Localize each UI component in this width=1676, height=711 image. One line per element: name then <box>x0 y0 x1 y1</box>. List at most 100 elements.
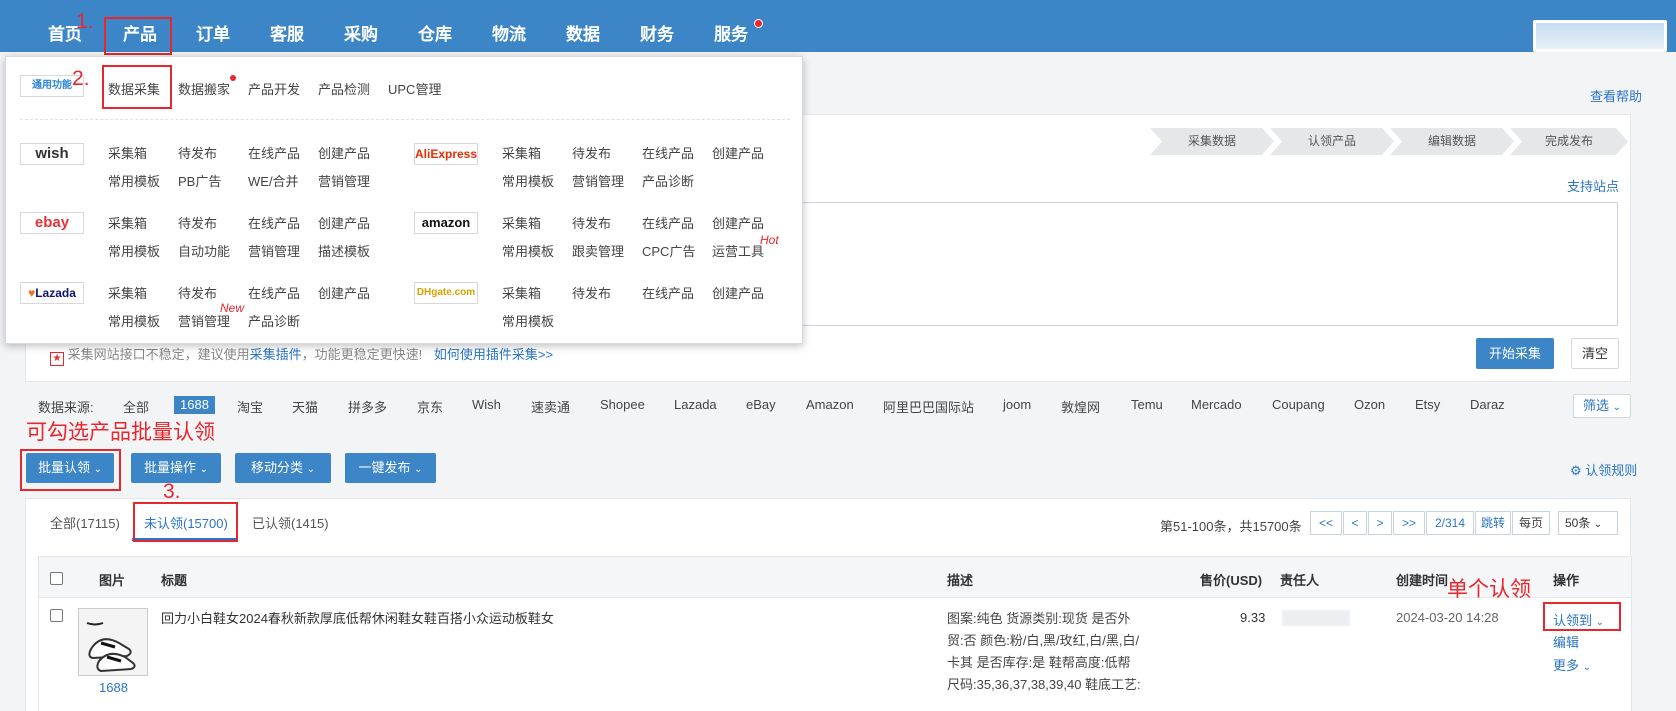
batch-ops-button[interactable]: 批量操作 ⌄ <box>131 453 221 483</box>
row-checkbox[interactable] <box>50 609 63 622</box>
amazon-online[interactable]: 在线产品 <box>642 213 694 232</box>
nav-warehouse[interactable]: 仓库 <box>418 0 452 52</box>
lazada-collect-box[interactable]: 采集箱 <box>108 283 147 302</box>
row-title[interactable]: 回力小白鞋女2024春秋新款厚底低帮休闲鞋女鞋百搭小众运动板鞋女 <box>161 608 554 627</box>
lazada-templates[interactable]: 常用模板 <box>108 311 160 330</box>
dhgate-collect-box[interactable]: 采集箱 <box>502 283 541 302</box>
amazon-cpc-ads[interactable]: CPC广告 <box>642 241 695 260</box>
wish-create[interactable]: 创建产品 <box>318 143 370 162</box>
nav-logistics[interactable]: 物流 <box>492 0 526 52</box>
start-collect-button[interactable]: 开始采集 <box>1476 338 1554 369</box>
plugin-link[interactable]: 采集插件 <box>250 347 302 362</box>
filter-button[interactable]: 筛选 ⌄ <box>1573 394 1631 418</box>
source-mercado[interactable]: Mercado <box>1191 397 1242 412</box>
source-1688[interactable]: 1688 <box>174 396 215 414</box>
product-thumbnail[interactable] <box>78 608 148 676</box>
move-category-button[interactable]: 移动分类 ⌄ <box>235 453 331 483</box>
page-prev-button[interactable]: < <box>1343 511 1367 535</box>
ebay-create[interactable]: 创建产品 <box>318 213 370 232</box>
user-account-box[interactable] <box>1533 20 1667 52</box>
ebay-desc-templates[interactable]: 描述模板 <box>318 241 370 260</box>
source-taobao[interactable]: 淘宝 <box>237 397 263 416</box>
ebay-automation[interactable]: 自动功能 <box>178 241 230 260</box>
ebay-marketing[interactable]: 营销管理 <box>248 241 300 260</box>
batch-claim-button[interactable]: 批量认领 ⌄ <box>26 453 114 483</box>
source-wish[interactable]: Wish <box>472 397 501 412</box>
wish-pb-ads[interactable]: PB广告 <box>178 171 221 190</box>
clear-button[interactable]: 清空 <box>1571 338 1619 369</box>
source-lazada[interactable]: Lazada <box>674 397 717 412</box>
nav-finance[interactable]: 财务 <box>640 0 674 52</box>
dhgate-templates[interactable]: 常用模板 <box>502 311 554 330</box>
ae-diagnosis[interactable]: 产品诊断 <box>642 171 694 190</box>
ae-templates[interactable]: 常用模板 <box>502 171 554 190</box>
source-coupang[interactable]: Coupang <box>1272 397 1325 412</box>
row-source-link[interactable]: 1688 <box>99 680 128 695</box>
amazon-collect-box[interactable]: 采集箱 <box>502 213 541 232</box>
source-ebay[interactable]: eBay <box>746 397 776 412</box>
wish-online[interactable]: 在线产品 <box>248 143 300 162</box>
menu-data-collect[interactable]: 数据采集 <box>108 79 160 98</box>
lazada-online[interactable]: 在线产品 <box>248 283 300 302</box>
source-dhgate[interactable]: 敦煌网 <box>1061 397 1100 416</box>
nav-service[interactable]: 客服 <box>270 0 304 52</box>
select-all-checkbox[interactable] <box>50 572 63 585</box>
dhgate-pending[interactable]: 待发布 <box>572 283 611 302</box>
nav-services[interactable]: 服务 <box>714 0 748 52</box>
claim-rules-link[interactable]: ⚙ 认领规则 <box>1570 460 1637 479</box>
howto-plugin-link[interactable]: 如何使用插件采集>> <box>434 347 553 362</box>
dhgate-create[interactable]: 创建产品 <box>712 283 764 302</box>
menu-data-migrate[interactable]: 数据搬家 <box>178 79 230 98</box>
tab-all[interactable]: 全部(17115) <box>50 513 120 532</box>
ae-create[interactable]: 创建产品 <box>712 143 764 162</box>
amazon-ops-tools[interactable]: 运营工具 <box>712 241 764 260</box>
ebay-pending[interactable]: 待发布 <box>178 213 217 232</box>
source-temu[interactable]: Temu <box>1131 397 1163 412</box>
lazada-create[interactable]: 创建产品 <box>318 283 370 302</box>
menu-upc-manage[interactable]: UPC管理 <box>388 79 441 98</box>
source-shopee[interactable]: Shopee <box>600 397 645 412</box>
claim-to-button[interactable]: 认领到 ⌄ <box>1553 610 1604 629</box>
ebay-online[interactable]: 在线产品 <box>248 213 300 232</box>
source-alibaba[interactable]: 阿里巴巴国际站 <box>883 397 974 416</box>
nav-purchase[interactable]: 采购 <box>344 0 378 52</box>
wish-pending[interactable]: 待发布 <box>178 143 217 162</box>
wish-collect-box[interactable]: 采集箱 <box>108 143 147 162</box>
ae-marketing[interactable]: 营销管理 <box>572 171 624 190</box>
amazon-follow-sell[interactable]: 跟卖管理 <box>572 241 624 260</box>
amazon-pending[interactable]: 待发布 <box>572 213 611 232</box>
edit-link[interactable]: 编辑 <box>1553 632 1579 651</box>
ebay-templates[interactable]: 常用模板 <box>108 241 160 260</box>
nav-order[interactable]: 订单 <box>196 0 230 52</box>
source-amazon[interactable]: Amazon <box>806 397 854 412</box>
source-daraz[interactable]: Daraz <box>1470 397 1505 412</box>
ae-pending[interactable]: 待发布 <box>572 143 611 162</box>
page-jump-button[interactable]: 跳转 <box>1475 511 1511 535</box>
ebay-collect-box[interactable]: 采集箱 <box>108 213 147 232</box>
per-page-select[interactable]: 50条 ⌄ <box>1558 511 1618 535</box>
menu-product-check[interactable]: 产品检测 <box>318 79 370 98</box>
lazada-diagnosis[interactable]: 产品诊断 <box>248 311 300 330</box>
ae-online[interactable]: 在线产品 <box>642 143 694 162</box>
page-last-button[interactable]: >> <box>1393 511 1425 535</box>
amazon-templates[interactable]: 常用模板 <box>502 241 554 260</box>
help-link[interactable]: 查看帮助 <box>1590 86 1642 105</box>
source-jd[interactable]: 京东 <box>417 397 443 416</box>
amazon-create[interactable]: 创建产品 <box>712 213 764 232</box>
wish-marketing[interactable]: 营销管理 <box>318 171 370 190</box>
menu-product-dev[interactable]: 产品开发 <box>248 79 300 98</box>
one-click-publish-button[interactable]: 一键发布 ⌄ <box>345 453 436 483</box>
dhgate-online[interactable]: 在线产品 <box>642 283 694 302</box>
ae-collect-box[interactable]: 采集箱 <box>502 143 541 162</box>
page-indicator[interactable]: 2/314 <box>1426 511 1474 535</box>
tab-claimed[interactable]: 已认领(1415) <box>252 513 329 532</box>
wish-templates[interactable]: 常用模板 <box>108 171 160 190</box>
page-next-button[interactable]: > <box>1368 511 1392 535</box>
source-ozon[interactable]: Ozon <box>1354 397 1385 412</box>
page-first-button[interactable]: << <box>1310 511 1342 535</box>
source-all[interactable]: 全部 <box>123 397 149 416</box>
source-aliexpress[interactable]: 速卖通 <box>531 397 570 416</box>
col-created[interactable]: 创建时间 <box>1396 570 1448 589</box>
source-joom[interactable]: joom <box>1003 397 1031 412</box>
source-tmall[interactable]: 天猫 <box>292 397 318 416</box>
